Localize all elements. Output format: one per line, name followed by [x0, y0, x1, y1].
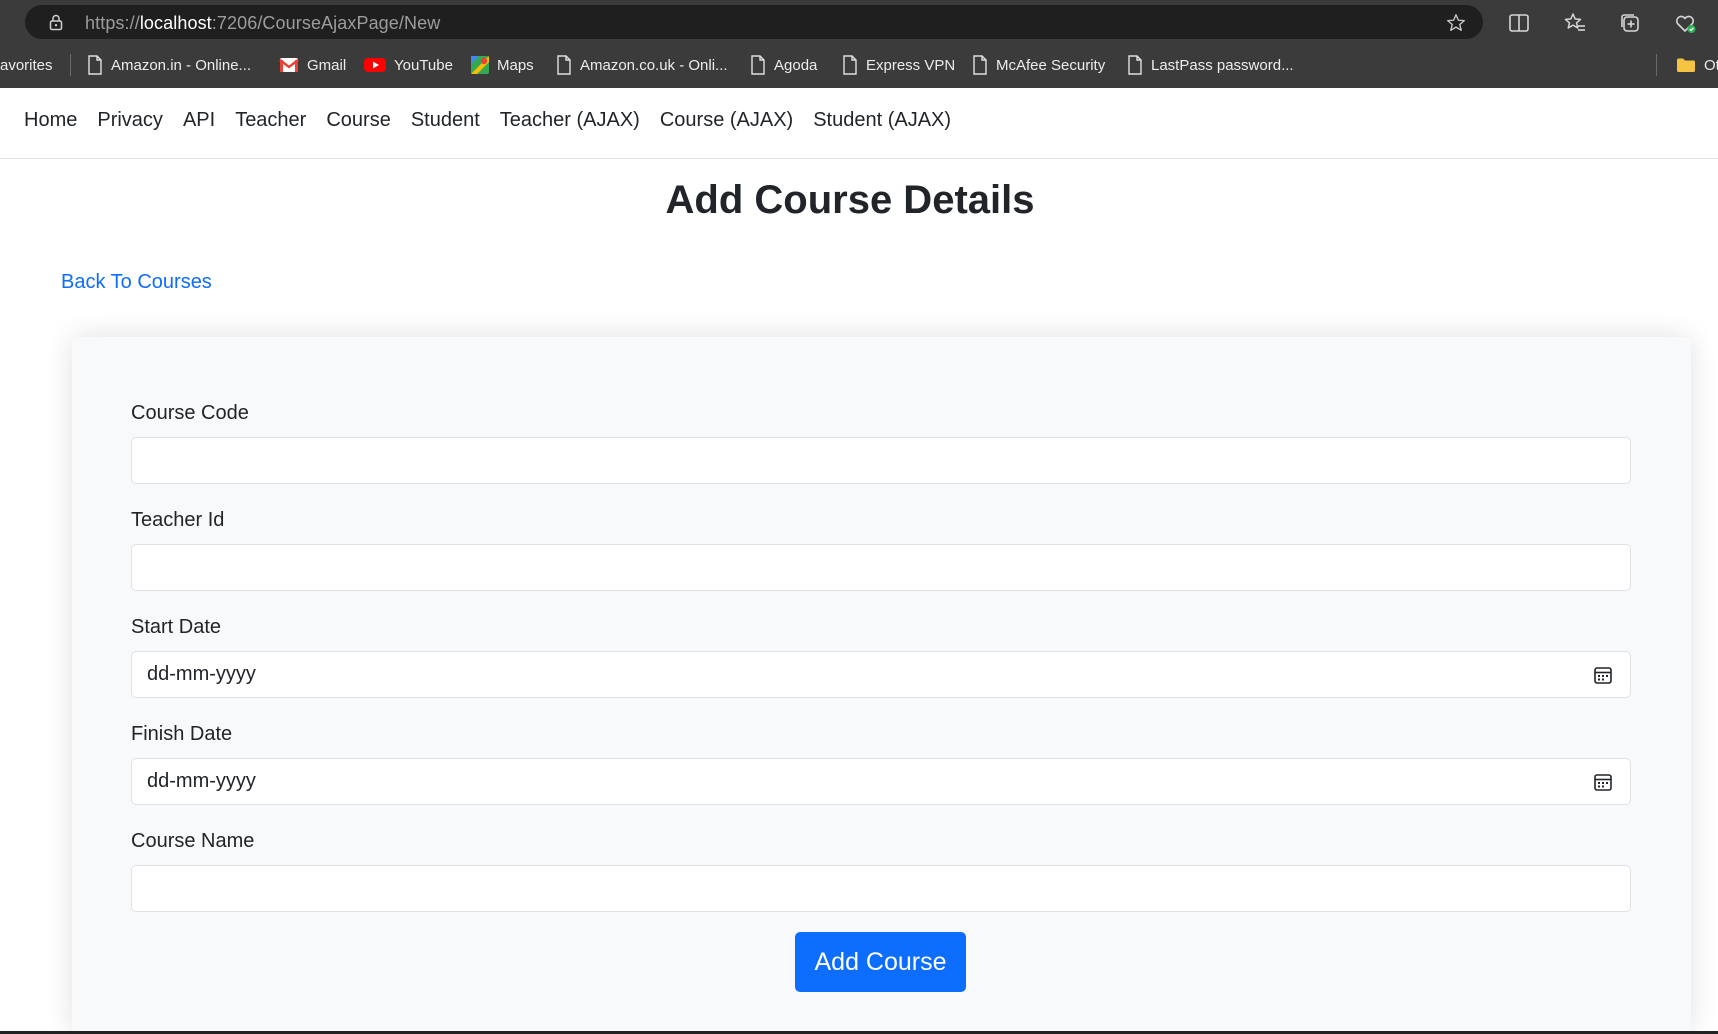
- finish-date-input[interactable]: dd-mm-yyyy: [131, 758, 1631, 805]
- bookmark-youtube[interactable]: YouTube: [364, 48, 453, 82]
- page-icon: [557, 55, 571, 75]
- browser-essentials-icon[interactable]: [1673, 11, 1697, 35]
- add-favorite-star-icon[interactable]: [1445, 12, 1467, 34]
- bookmark-amazon-co-uk[interactable]: Amazon.co.uk - Onli...: [556, 48, 728, 82]
- folder-icon: [1677, 58, 1695, 72]
- bookmark-label: Maps: [497, 56, 534, 74]
- nav-link-student[interactable]: Student: [411, 109, 480, 132]
- bookmark-label: Express VPN: [866, 56, 956, 74]
- nav-link-home[interactable]: Home: [24, 109, 77, 132]
- course-code-input[interactable]: [131, 437, 1631, 484]
- add-course-button[interactable]: Add Course: [795, 932, 966, 992]
- back-to-courses-link[interactable]: Back To Courses: [61, 271, 212, 294]
- url-text[interactable]: https://localhost:7206/CourseAjaxPage/Ne…: [85, 13, 440, 34]
- bookmark-label: Agoda: [774, 56, 818, 74]
- gmail-icon: [279, 58, 299, 72]
- nav-link-teacher-ajax[interactable]: Teacher (AJAX): [500, 109, 640, 132]
- url-host: localhost: [139, 13, 212, 33]
- nav-link-privacy[interactable]: Privacy: [97, 109, 163, 132]
- teacher-id-input[interactable]: [131, 544, 1631, 591]
- bookmark-amazon-in[interactable]: Amazon.in - Online...: [87, 48, 251, 82]
- nav-link-api[interactable]: API: [183, 109, 215, 132]
- url-path: :7206/CourseAjaxPage/New: [211, 13, 441, 33]
- page-icon: [751, 55, 765, 75]
- bookmark-label: avorites: [0, 56, 53, 74]
- url-scheme: https://: [85, 13, 140, 33]
- bookmark-lastpass[interactable]: LastPass password...: [1127, 48, 1294, 82]
- browser-chrome: https://localhost:7206/CourseAjaxPage/Ne…: [0, 0, 1718, 88]
- page-icon: [88, 55, 102, 75]
- bookmark-label: Amazon.co.uk - Onli...: [580, 56, 728, 74]
- course-form-card: Course Code Teacher Id Start Date dd-mm-…: [72, 337, 1691, 1034]
- site-navbar: Home Privacy API Teacher Course Student …: [0, 88, 1718, 159]
- page-title: Add Course Details: [665, 178, 1035, 222]
- favorites-icon[interactable]: [1563, 11, 1587, 35]
- bookmark-label: Ot: [1704, 56, 1718, 74]
- nav-link-course[interactable]: Course: [326, 109, 390, 132]
- maps-icon: [471, 56, 489, 74]
- bookmark-divider: [70, 54, 71, 76]
- bookmark-favorites[interactable]: avorites: [0, 48, 53, 82]
- nav-link-teacher[interactable]: Teacher: [235, 109, 306, 132]
- start-date-label: Start Date: [131, 616, 222, 638]
- bookmark-divider: [1656, 54, 1657, 76]
- calendar-icon[interactable]: [1592, 664, 1614, 686]
- course-name-label: Course Name: [131, 830, 255, 852]
- course-name-input[interactable]: [131, 865, 1631, 912]
- start-date-input[interactable]: dd-mm-yyyy: [131, 651, 1631, 698]
- bookmark-label: YouTube: [394, 56, 453, 74]
- bookmark-express-vpn[interactable]: Express VPN: [842, 48, 955, 82]
- bookmark-label: Gmail: [307, 56, 347, 74]
- finish-date-label: Finish Date: [131, 723, 233, 745]
- bookmark-gmail[interactable]: Gmail: [279, 48, 346, 82]
- bookmarks-bar: avorites Amazon.in - Online... Gmail You…: [0, 48, 1718, 82]
- nav-links: Home Privacy API Teacher Course Student …: [24, 109, 951, 132]
- bookmark-label: McAfee Security: [996, 56, 1106, 74]
- youtube-icon: [364, 58, 386, 72]
- page-icon: [973, 55, 987, 75]
- page-icon: [843, 55, 857, 75]
- bookmark-agoda[interactable]: Agoda: [750, 48, 817, 82]
- split-screen-icon[interactable]: [1507, 11, 1531, 35]
- finish-date-placeholder: dd-mm-yyyy: [147, 770, 256, 792]
- bookmark-maps[interactable]: Maps: [471, 48, 534, 82]
- bookmark-other-favorites[interactable]: Ot: [1676, 48, 1718, 82]
- bookmark-mcafee[interactable]: McAfee Security: [972, 48, 1105, 82]
- collections-icon[interactable]: [1618, 11, 1642, 35]
- start-date-placeholder: dd-mm-yyyy: [147, 663, 256, 685]
- nav-link-course-ajax[interactable]: Course (AJAX): [660, 109, 793, 132]
- lock-icon: [49, 14, 63, 31]
- nav-link-student-ajax[interactable]: Student (AJAX): [813, 109, 951, 132]
- course-code-label: Course Code: [131, 402, 249, 424]
- address-bar[interactable]: https://localhost:7206/CourseAjaxPage/Ne…: [25, 5, 1483, 39]
- bookmark-label: LastPass password...: [1151, 56, 1294, 74]
- teacher-id-label: Teacher Id: [131, 509, 225, 531]
- calendar-icon[interactable]: [1592, 771, 1614, 793]
- page-icon: [1128, 55, 1142, 75]
- bookmark-label: Amazon.in - Online...: [111, 56, 252, 74]
